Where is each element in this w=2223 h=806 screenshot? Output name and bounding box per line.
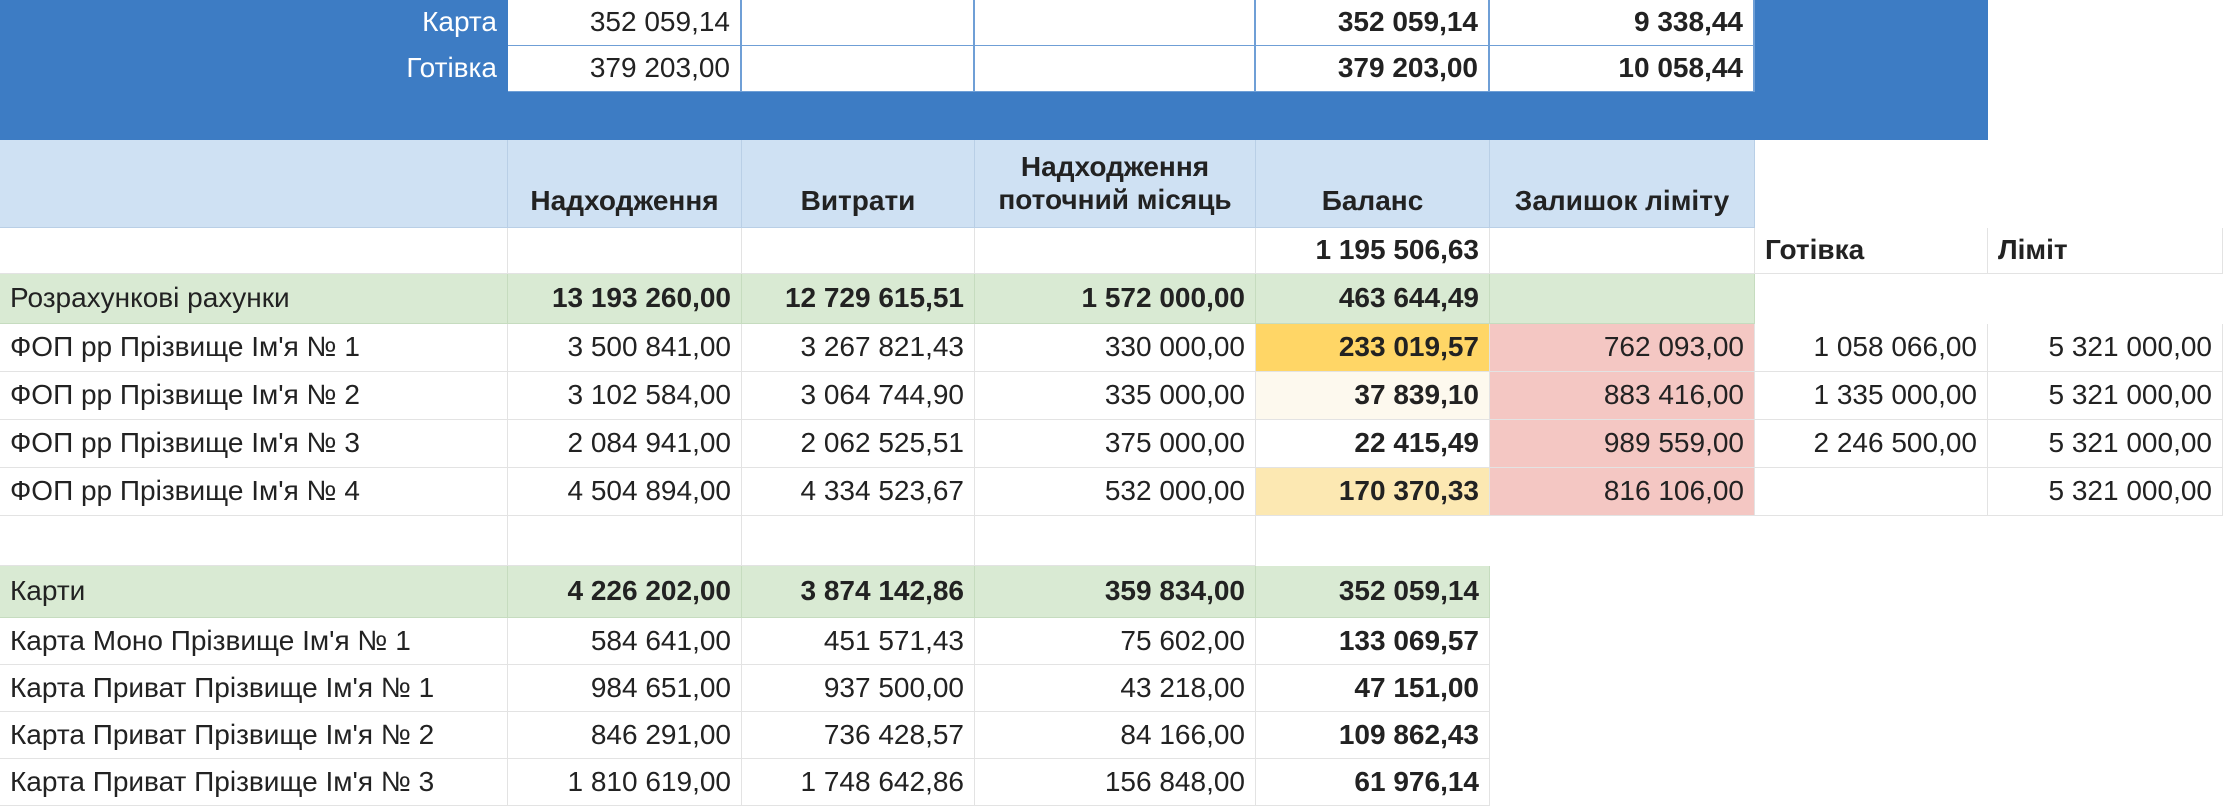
card-name[interactable]: Карта Приват Прізвище Ім'я № 2 xyxy=(0,712,508,759)
account-limit-left[interactable]: 816 106,00 xyxy=(1490,468,1755,516)
account-cash[interactable] xyxy=(1755,468,1988,516)
account-month[interactable]: 532 000,00 xyxy=(975,468,1256,516)
card-expenses[interactable]: 937 500,00 xyxy=(742,665,975,712)
account-balance[interactable]: 233 019,57 xyxy=(1256,324,1490,372)
account-cash[interactable]: 1 335 000,00 xyxy=(1755,372,1988,420)
account-expenses[interactable]: 3 267 821,43 xyxy=(742,324,975,372)
account-cash[interactable]: 1 058 066,00 xyxy=(1755,324,1988,372)
account-limit[interactable]: 5 321 000,00 xyxy=(1988,420,2223,468)
card-expenses[interactable]: 736 428,57 xyxy=(742,712,975,759)
empty-cell[interactable] xyxy=(0,516,508,566)
header-balance[interactable]: Баланс xyxy=(1256,140,1490,228)
account-balance[interactable]: 170 370,33 xyxy=(1256,468,1490,516)
card-month[interactable]: 84 166,00 xyxy=(975,712,1256,759)
card-month[interactable]: 75 602,00 xyxy=(975,618,1256,665)
empty-cell[interactable] xyxy=(975,0,1256,46)
card-income[interactable]: 846 291,00 xyxy=(508,712,742,759)
header-income[interactable]: Надходження xyxy=(508,140,742,228)
header-blank[interactable] xyxy=(0,140,508,228)
card-month[interactable]: 43 218,00 xyxy=(975,665,1256,712)
account-cash[interactable]: 2 246 500,00 xyxy=(1755,420,1988,468)
account-income[interactable]: 3 102 584,00 xyxy=(508,372,742,420)
account-month[interactable]: 375 000,00 xyxy=(975,420,1256,468)
account-name[interactable]: ФОП рр Прізвище Ім'я № 1 xyxy=(0,324,508,372)
spreadsheet: Карта 352 059,14 352 059,14 9 338,44 Гот… xyxy=(0,0,2223,806)
group-label-accounts[interactable]: Розрахункові рахунки xyxy=(0,274,508,324)
empty-cell[interactable] xyxy=(0,228,508,274)
top-row-value[interactable]: 352 059,14 xyxy=(508,0,742,46)
top-row-limit-left[interactable]: 9 338,44 xyxy=(1490,0,1755,46)
card-name[interactable]: Карта Приват Прізвище Ім'я № 3 xyxy=(0,759,508,806)
blue-band xyxy=(0,92,1988,140)
empty-cell[interactable] xyxy=(1490,228,1755,274)
account-income[interactable]: 4 504 894,00 xyxy=(508,468,742,516)
empty-cell[interactable] xyxy=(508,516,742,566)
top-row-balance[interactable]: 379 203,00 xyxy=(1256,46,1490,92)
empty-cell[interactable] xyxy=(975,516,1256,566)
account-name[interactable]: ФОП рр Прізвище Ім'я № 3 xyxy=(0,420,508,468)
card-expenses[interactable]: 451 571,43 xyxy=(742,618,975,665)
total-balance[interactable]: 1 195 506,63 xyxy=(1256,228,1490,274)
account-balance[interactable]: 22 415,49 xyxy=(1256,420,1490,468)
group-balance[interactable]: 463 644,49 xyxy=(1256,274,1490,324)
account-income[interactable]: 3 500 841,00 xyxy=(508,324,742,372)
empty-cell[interactable] xyxy=(742,46,975,92)
card-income[interactable]: 1 810 619,00 xyxy=(508,759,742,806)
account-month[interactable]: 335 000,00 xyxy=(975,372,1256,420)
card-expenses[interactable]: 1 748 642,86 xyxy=(742,759,975,806)
group-income[interactable]: 4 226 202,00 xyxy=(508,566,742,618)
top-row-balance[interactable]: 352 059,14 xyxy=(1256,0,1490,46)
account-expenses[interactable]: 3 064 744,90 xyxy=(742,372,975,420)
header-income-month[interactable]: Надходження поточний місяць xyxy=(975,140,1256,228)
empty-cell[interactable] xyxy=(742,0,975,46)
group-month[interactable]: 359 834,00 xyxy=(975,566,1256,618)
account-balance[interactable]: 37 839,10 xyxy=(1256,372,1490,420)
empty-cell[interactable] xyxy=(975,228,1256,274)
account-limit-left[interactable]: 989 559,00 xyxy=(1490,420,1755,468)
card-name[interactable]: Карта Моно Прізвище Ім'я № 1 xyxy=(0,618,508,665)
card-income[interactable]: 584 641,00 xyxy=(508,618,742,665)
account-name[interactable]: ФОП рр Прізвище Ім'я № 4 xyxy=(0,468,508,516)
card-balance[interactable]: 47 151,00 xyxy=(1256,665,1490,712)
account-limit[interactable]: 5 321 000,00 xyxy=(1988,324,2223,372)
empty-cell[interactable] xyxy=(975,46,1256,92)
group-balance[interactable]: 352 059,14 xyxy=(1256,566,1490,618)
cash-column-label[interactable]: Готівка xyxy=(1755,228,1988,274)
top-row-value[interactable]: 379 203,00 xyxy=(508,46,742,92)
group-expenses[interactable]: 3 874 142,86 xyxy=(742,566,975,618)
account-expenses[interactable]: 2 062 525,51 xyxy=(742,420,975,468)
card-name[interactable]: Карта Приват Прізвище Ім'я № 1 xyxy=(0,665,508,712)
account-limit-left[interactable]: 883 416,00 xyxy=(1490,372,1755,420)
empty-cell[interactable] xyxy=(742,228,975,274)
card-balance[interactable]: 61 976,14 xyxy=(1256,759,1490,806)
group-expenses[interactable]: 12 729 615,51 xyxy=(742,274,975,324)
account-expenses[interactable]: 4 334 523,67 xyxy=(742,468,975,516)
empty-cell[interactable] xyxy=(742,516,975,566)
account-name[interactable]: ФОП рр Прізвище Ім'я № 2 xyxy=(0,372,508,420)
group-month[interactable]: 1 572 000,00 xyxy=(975,274,1256,324)
account-month[interactable]: 330 000,00 xyxy=(975,324,1256,372)
header-expenses[interactable]: Витрати xyxy=(742,140,975,228)
empty-cell[interactable] xyxy=(1490,274,1755,324)
account-limit[interactable]: 5 321 000,00 xyxy=(1988,372,2223,420)
group-label-cards[interactable]: Карти xyxy=(0,566,508,618)
card-month[interactable]: 156 848,00 xyxy=(975,759,1256,806)
blue-cell[interactable] xyxy=(1755,46,1988,92)
top-row-label[interactable]: Карта xyxy=(0,0,508,46)
account-limit-left[interactable]: 762 093,00 xyxy=(1490,324,1755,372)
blue-cell[interactable] xyxy=(1755,0,1988,46)
account-income[interactable]: 2 084 941,00 xyxy=(508,420,742,468)
empty-cell[interactable] xyxy=(508,228,742,274)
limit-column-label[interactable]: Ліміт xyxy=(1988,228,2223,274)
top-row-limit-left[interactable]: 10 058,44 xyxy=(1490,46,1755,92)
card-balance[interactable]: 133 069,57 xyxy=(1256,618,1490,665)
group-income[interactable]: 13 193 260,00 xyxy=(508,274,742,324)
account-limit[interactable]: 5 321 000,00 xyxy=(1988,468,2223,516)
card-balance[interactable]: 109 862,43 xyxy=(1256,712,1490,759)
top-row-label[interactable]: Готівка xyxy=(0,46,508,92)
card-income[interactable]: 984 651,00 xyxy=(508,665,742,712)
header-limit-left[interactable]: Залишок ліміту xyxy=(1490,140,1755,228)
